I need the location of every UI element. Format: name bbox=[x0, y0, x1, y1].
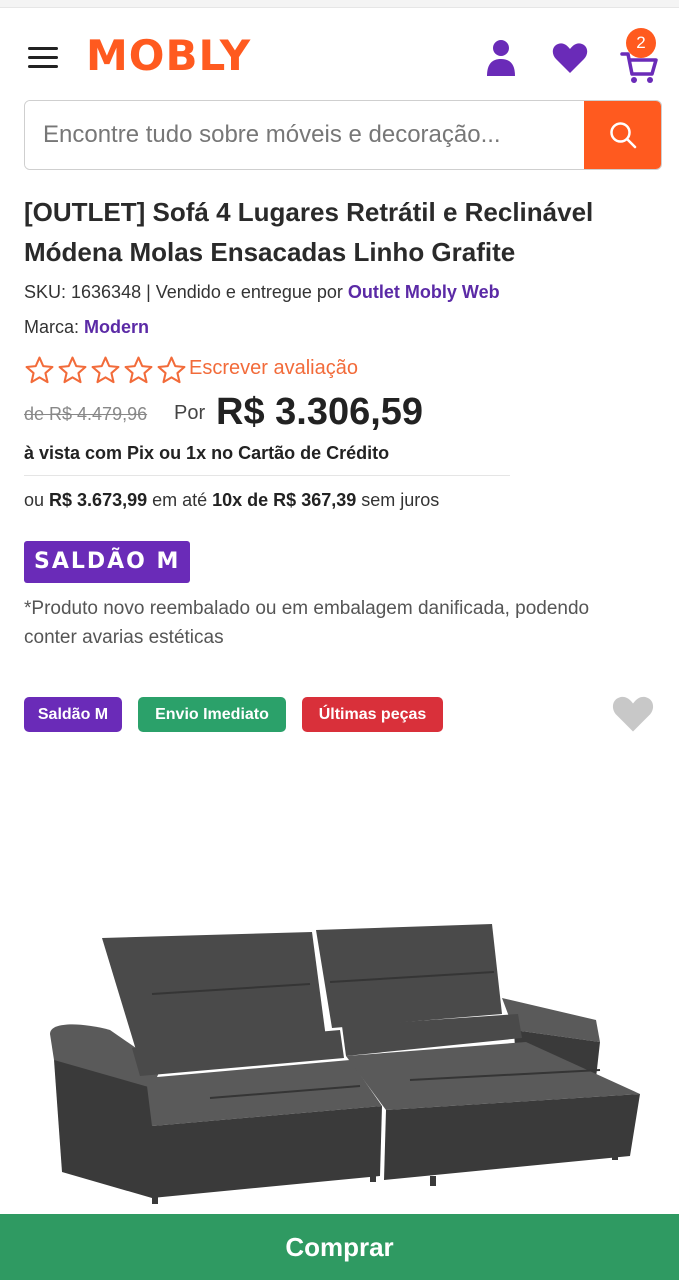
product-image[interactable] bbox=[40, 910, 650, 1215]
star-icon[interactable] bbox=[90, 355, 121, 386]
tag-saldao: Saldão M bbox=[24, 697, 122, 732]
star-icon[interactable] bbox=[123, 355, 154, 386]
brand-label: Marca: bbox=[24, 317, 85, 337]
search-icon bbox=[609, 122, 636, 149]
pix-payment-text: à vista com Pix ou 1x no Cartão de Crédi… bbox=[24, 443, 390, 463]
saldao-badge: SALDÃO M bbox=[24, 541, 190, 583]
installments-plan: 10x de R$ 367,39 bbox=[212, 490, 357, 510]
cart-count-badge: 2 bbox=[626, 28, 656, 58]
installments-middle: em até bbox=[147, 490, 213, 510]
outlet-note: *Produto novo reembalado ou em embalagem… bbox=[24, 598, 590, 648]
brand-link[interactable]: Modern bbox=[84, 317, 149, 337]
divider bbox=[24, 475, 510, 476]
top-status-divider bbox=[0, 0, 679, 8]
star-icon[interactable] bbox=[156, 355, 187, 386]
sku-label: SKU: 1636348 | Vendido e entregue por bbox=[24, 282, 348, 302]
heart-icon[interactable] bbox=[552, 42, 588, 74]
current-price: R$ 3.306,59 bbox=[216, 391, 424, 433]
buy-button[interactable]: Comprar bbox=[0, 1214, 679, 1280]
installments-suffix: sem juros bbox=[356, 490, 440, 510]
price-prefix: Por bbox=[174, 402, 206, 424]
favorite-heart-icon[interactable] bbox=[612, 694, 654, 734]
seller-link[interactable]: Outlet Mobly Web bbox=[348, 282, 500, 302]
site-header: MOBLY 2 bbox=[0, 20, 679, 92]
old-price: de R$ 4.479,96 bbox=[24, 404, 148, 424]
search-bar bbox=[24, 100, 662, 170]
star-icon[interactable] bbox=[57, 355, 88, 386]
product-title: [OUTLET] Sofá 4 Lugares Retrátil e Recli… bbox=[24, 197, 594, 267]
installments-text: ou R$ 3.673,99 em até 10x de R$ 367,39 s… bbox=[24, 487, 439, 513]
search-button[interactable] bbox=[584, 101, 661, 169]
menu-icon[interactable] bbox=[28, 47, 60, 69]
installments-prefix: ou bbox=[24, 490, 50, 510]
rating-stars[interactable] bbox=[24, 352, 189, 388]
star-icon[interactable] bbox=[24, 355, 55, 386]
mobly-logo[interactable]: MOBLY bbox=[86, 32, 251, 80]
brand-line: Marca: Modern bbox=[24, 315, 149, 339]
tag-envio-imediato: Envio Imediato bbox=[138, 697, 286, 732]
user-icon[interactable] bbox=[484, 38, 518, 78]
tag-ultimas-pecas: Últimas peças bbox=[302, 697, 443, 732]
sku-seller-line: SKU: 1636348 | Vendido e entregue por Ou… bbox=[24, 280, 500, 304]
write-review-link[interactable]: Escrever avaliação bbox=[189, 355, 358, 381]
installments-total: R$ 3.673,99 bbox=[49, 490, 148, 510]
sofa-illustration bbox=[50, 924, 640, 1204]
search-input[interactable] bbox=[25, 101, 586, 169]
